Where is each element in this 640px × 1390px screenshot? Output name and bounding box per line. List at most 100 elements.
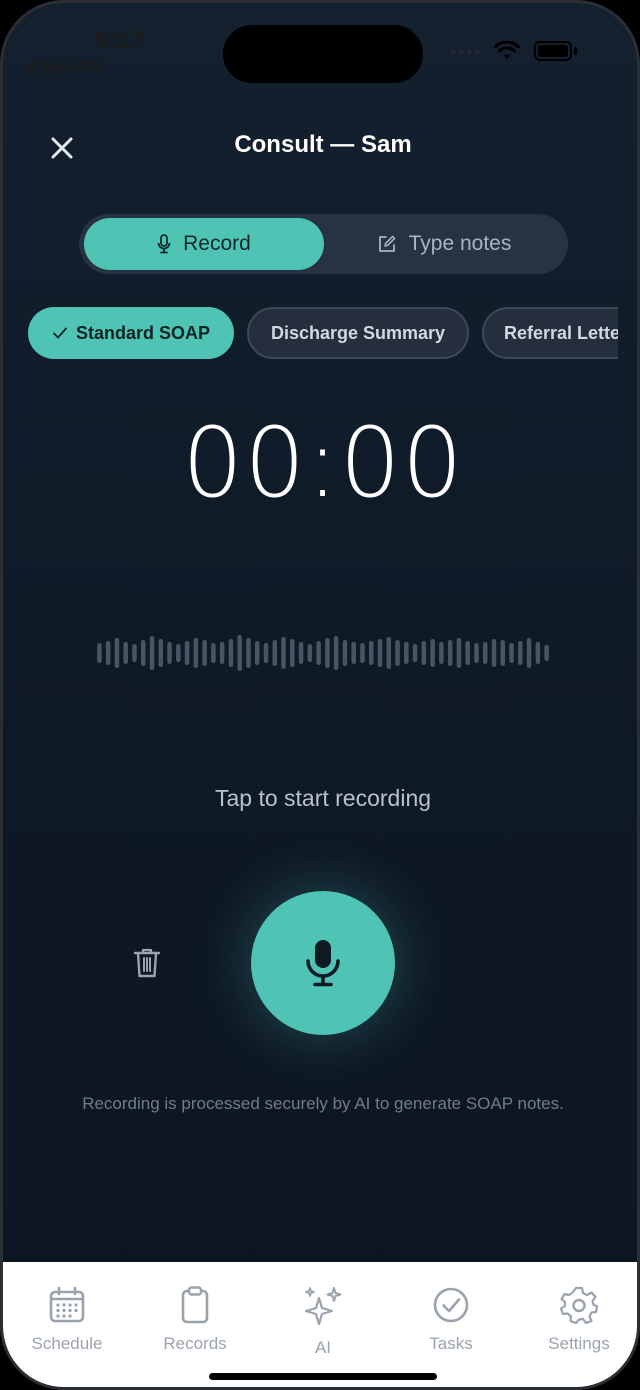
dynamic-island — [223, 25, 423, 83]
waveform-bar — [281, 637, 286, 669]
waveform-bar — [193, 638, 199, 668]
template-chip-label: Discharge Summary — [270, 322, 446, 343]
waveform-bar — [114, 638, 120, 668]
battery-tip — [574, 47, 577, 55]
waveform-bar — [167, 642, 172, 664]
checkmark-icon — [53, 327, 67, 339]
type-notes-mode-label: Type notes — [408, 232, 512, 255]
waveform-bar — [518, 641, 523, 665]
template-chip-label: Standard SOAP — [75, 322, 211, 343]
tab-schedule[interactable]: Schedule — [3, 1286, 131, 1354]
timer-separator: : — [306, 407, 340, 519]
type-notes-mode-tab[interactable]: Type notes — [324, 218, 564, 270]
waveform-bar — [377, 639, 383, 667]
waveform-bar — [123, 642, 128, 664]
back-arrow-icon: ◀ — [23, 59, 36, 76]
record-mode-label: Record — [183, 232, 251, 255]
waveform-bar — [272, 640, 278, 666]
tab-records[interactable]: Records — [131, 1286, 259, 1354]
ai-processing-disclaimer: Recording is processed securely by AI to… — [82, 1094, 564, 1113]
cellular-signal-icon — [451, 48, 480, 54]
tab-ai[interactable]: AI — [259, 1286, 387, 1358]
waveform-bar — [290, 639, 295, 667]
calendar-icon — [49, 1286, 85, 1323]
waveform-bar — [333, 636, 339, 670]
bottom-tab-bar: Schedule Records AI Tasks Settings — [3, 1262, 637, 1387]
waveform-bar — [149, 636, 155, 670]
waveform-bar — [298, 642, 304, 664]
template-chip-standard-soap[interactable]: Standard SOAP — [28, 307, 234, 359]
back-app-label: ApexVet — [39, 58, 103, 75]
microphone-icon — [157, 234, 171, 254]
waveform-bar — [430, 639, 435, 667]
waveform-bar — [307, 644, 313, 662]
template-chip-label: Referral Letter — [504, 322, 618, 343]
waveform-bar — [202, 640, 207, 666]
timer-minutes: 00 — [182, 407, 307, 519]
waveform-bar — [474, 643, 479, 663]
waveform-bar — [237, 635, 242, 671]
battery-icon — [534, 41, 572, 61]
waveform-bar — [386, 637, 392, 669]
waveform-bar — [219, 642, 225, 664]
wifi-icon — [494, 41, 520, 59]
edit-note-icon — [378, 235, 396, 252]
waveform-bar — [465, 641, 470, 665]
waveform-bar — [500, 640, 506, 666]
waveform-bars — [97, 635, 549, 671]
discard-recording-button[interactable] — [129, 943, 165, 983]
microphone-icon — [306, 940, 340, 987]
waveform-bar — [395, 640, 400, 666]
tab-settings[interactable]: Settings — [515, 1286, 637, 1354]
waveform-bar — [526, 638, 532, 668]
waveform-bar — [447, 640, 453, 666]
waveform-bar — [491, 639, 497, 667]
home-indicator[interactable] — [209, 1373, 437, 1380]
waveform-bar — [360, 643, 365, 663]
waveform-bar — [439, 642, 444, 664]
waveform-bar — [342, 640, 348, 666]
status-time: 9:17 — [95, 27, 146, 54]
timer-seconds: 00 — [339, 407, 464, 519]
record-mode-tab[interactable]: Record — [84, 218, 324, 270]
check-circle-icon — [433, 1287, 469, 1323]
recording-timer: 00:00 — [3, 407, 637, 519]
waveform-bar — [482, 642, 488, 664]
waveform-bar — [140, 640, 146, 666]
waveform-bar — [158, 639, 164, 667]
waveform-bar — [246, 638, 251, 668]
gear-icon — [560, 1286, 598, 1324]
waveform-bar — [263, 643, 269, 663]
page-title: Consult — Sam — [234, 131, 412, 158]
waveform-bar — [184, 641, 190, 665]
trash-icon — [133, 948, 161, 978]
tab-label: Tasks — [429, 1334, 473, 1353]
mode-toggle: Record Type notes — [79, 214, 568, 274]
tab-label: Settings — [548, 1334, 610, 1353]
waveform-bar — [316, 641, 321, 665]
tab-label: AI — [314, 1338, 332, 1357]
back-to-app-link[interactable]: ◀ ApexVet — [23, 57, 102, 77]
waveform-bar — [368, 641, 374, 665]
template-chip-discharge-summary[interactable]: Discharge Summary — [247, 307, 469, 359]
waveform-bar — [211, 643, 216, 663]
waveform-bar — [544, 645, 549, 661]
waveform-bar — [97, 643, 102, 663]
start-recording-button[interactable] — [251, 891, 395, 1035]
waveform-bar — [105, 641, 111, 665]
app-screen: 9:17 ◀ ApexVet Consult — Sam Record Type… — [0, 0, 640, 1390]
waveform-bar — [254, 641, 260, 665]
tab-label: Schedule — [31, 1334, 103, 1353]
waveform-bar — [509, 643, 514, 663]
audio-waveform — [95, 631, 551, 675]
tab-tasks[interactable]: Tasks — [387, 1286, 515, 1354]
waveform-bar — [535, 642, 541, 664]
waveform-bar — [132, 644, 137, 662]
waveform-bar — [325, 638, 330, 668]
status-indicators — [451, 41, 577, 61]
template-chip-row: Standard SOAP Discharge Summary Referral… — [28, 307, 618, 359]
waveform-bar — [412, 644, 418, 662]
recording-prompt: Tap to start recording — [214, 785, 432, 811]
sparkles-icon — [304, 1287, 342, 1326]
template-chip-referral-letter[interactable]: Referral Letter — [482, 307, 618, 359]
